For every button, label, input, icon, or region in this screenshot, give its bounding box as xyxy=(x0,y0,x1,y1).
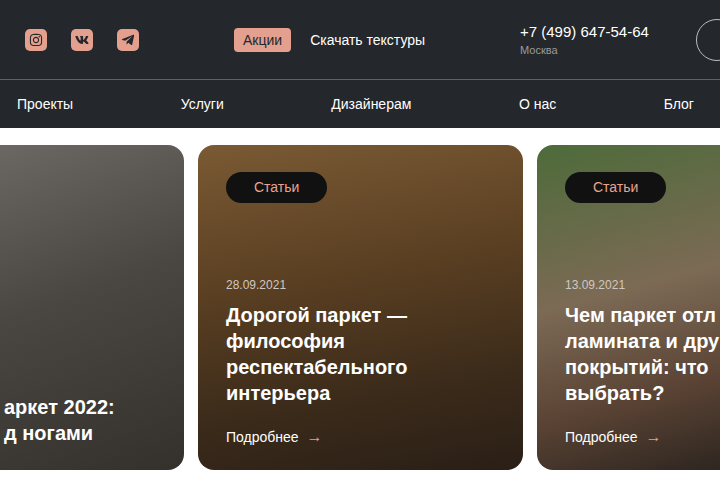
nav-item[interactable]: О нас xyxy=(519,96,556,112)
card-bottom: аркет 2022:д ногами xyxy=(4,394,176,446)
title-line: респектабельного xyxy=(226,354,511,380)
arrow-icon: → xyxy=(307,428,323,446)
phone[interactable]: +7 (499) 647-54-64 xyxy=(520,23,649,40)
nav-item[interactable]: Блог xyxy=(664,96,694,112)
card-title: Чем паркет отлламината и друпокрытий: чт… xyxy=(565,302,708,406)
category-badge: Статьи xyxy=(226,172,327,203)
social-button[interactable] xyxy=(117,29,139,51)
card-date: 13.09.2021 xyxy=(565,278,708,292)
telegram-icon xyxy=(121,33,135,47)
article-card[interactable]: Статьи 28.09.2021 Дорогой паркет —философи… xyxy=(198,145,523,470)
card-bottom: 13.09.2021 Чем паркет отлламината и друпо… xyxy=(565,278,708,446)
promo-group: Акции Скачать текстуры xyxy=(234,28,520,52)
contact: +7 (499) 647-54-64 Москва xyxy=(520,23,649,56)
title-line: аркет 2022: xyxy=(4,394,176,420)
title-line: покрытий: что xyxy=(565,354,708,380)
nav-item[interactable]: Услуги xyxy=(181,96,224,112)
social-button[interactable] xyxy=(25,29,47,51)
top-bar: Акции Скачать текстуры +7 (499) 647-54-64 М… xyxy=(0,0,720,80)
article-card[interactable]: Статьи 13.09.2021 Чем паркет отлламината и… xyxy=(537,145,720,470)
category-badge: Статьи xyxy=(565,172,666,203)
article-card[interactable]: аркет 2022:д ногами xyxy=(0,145,184,470)
title-line: выбрать? xyxy=(565,380,708,406)
socials xyxy=(25,29,234,51)
round-button[interactable] xyxy=(696,19,720,61)
city: Москва xyxy=(520,44,649,56)
title-line: д ногами xyxy=(4,420,176,446)
instagram-icon xyxy=(29,33,43,47)
title-line: Дорогой паркет — xyxy=(226,302,511,328)
social-button[interactable] xyxy=(71,29,93,51)
vk-icon xyxy=(75,33,89,47)
nav: Проекты Услуги Дизайнерам О нас Блог xyxy=(0,80,720,128)
more-link[interactable]: Подробнее→ xyxy=(226,428,511,446)
title-line: ламината и дру xyxy=(565,328,708,354)
cards-row: аркет 2022:д ногами Статьи 28.09.2021 Дорог… xyxy=(0,128,720,470)
page: Акции Скачать текстуры +7 (499) 647-54-64 М… xyxy=(0,0,720,480)
title-line: философия xyxy=(226,328,511,354)
card-title: аркет 2022:д ногами xyxy=(4,394,176,446)
card-title: Дорогой паркет —философияреспектабельног… xyxy=(226,302,511,406)
download-link[interactable]: Скачать текстуры xyxy=(310,32,425,48)
promo-badge[interactable]: Акции xyxy=(234,28,291,52)
arrow-icon: → xyxy=(646,428,662,446)
nav-item[interactable]: Дизайнерам xyxy=(331,96,411,112)
card-bottom: 28.09.2021 Дорогой паркет —философияреспе… xyxy=(226,278,511,446)
nav-item[interactable]: Проекты xyxy=(17,96,73,112)
title-line: Чем паркет отл xyxy=(565,302,708,328)
header: Акции Скачать текстуры +7 (499) 647-54-64 М… xyxy=(0,0,720,128)
more-link[interactable]: Подробнее→ xyxy=(565,428,708,446)
card-date: 28.09.2021 xyxy=(226,278,511,292)
title-line: интерьера xyxy=(226,380,511,406)
